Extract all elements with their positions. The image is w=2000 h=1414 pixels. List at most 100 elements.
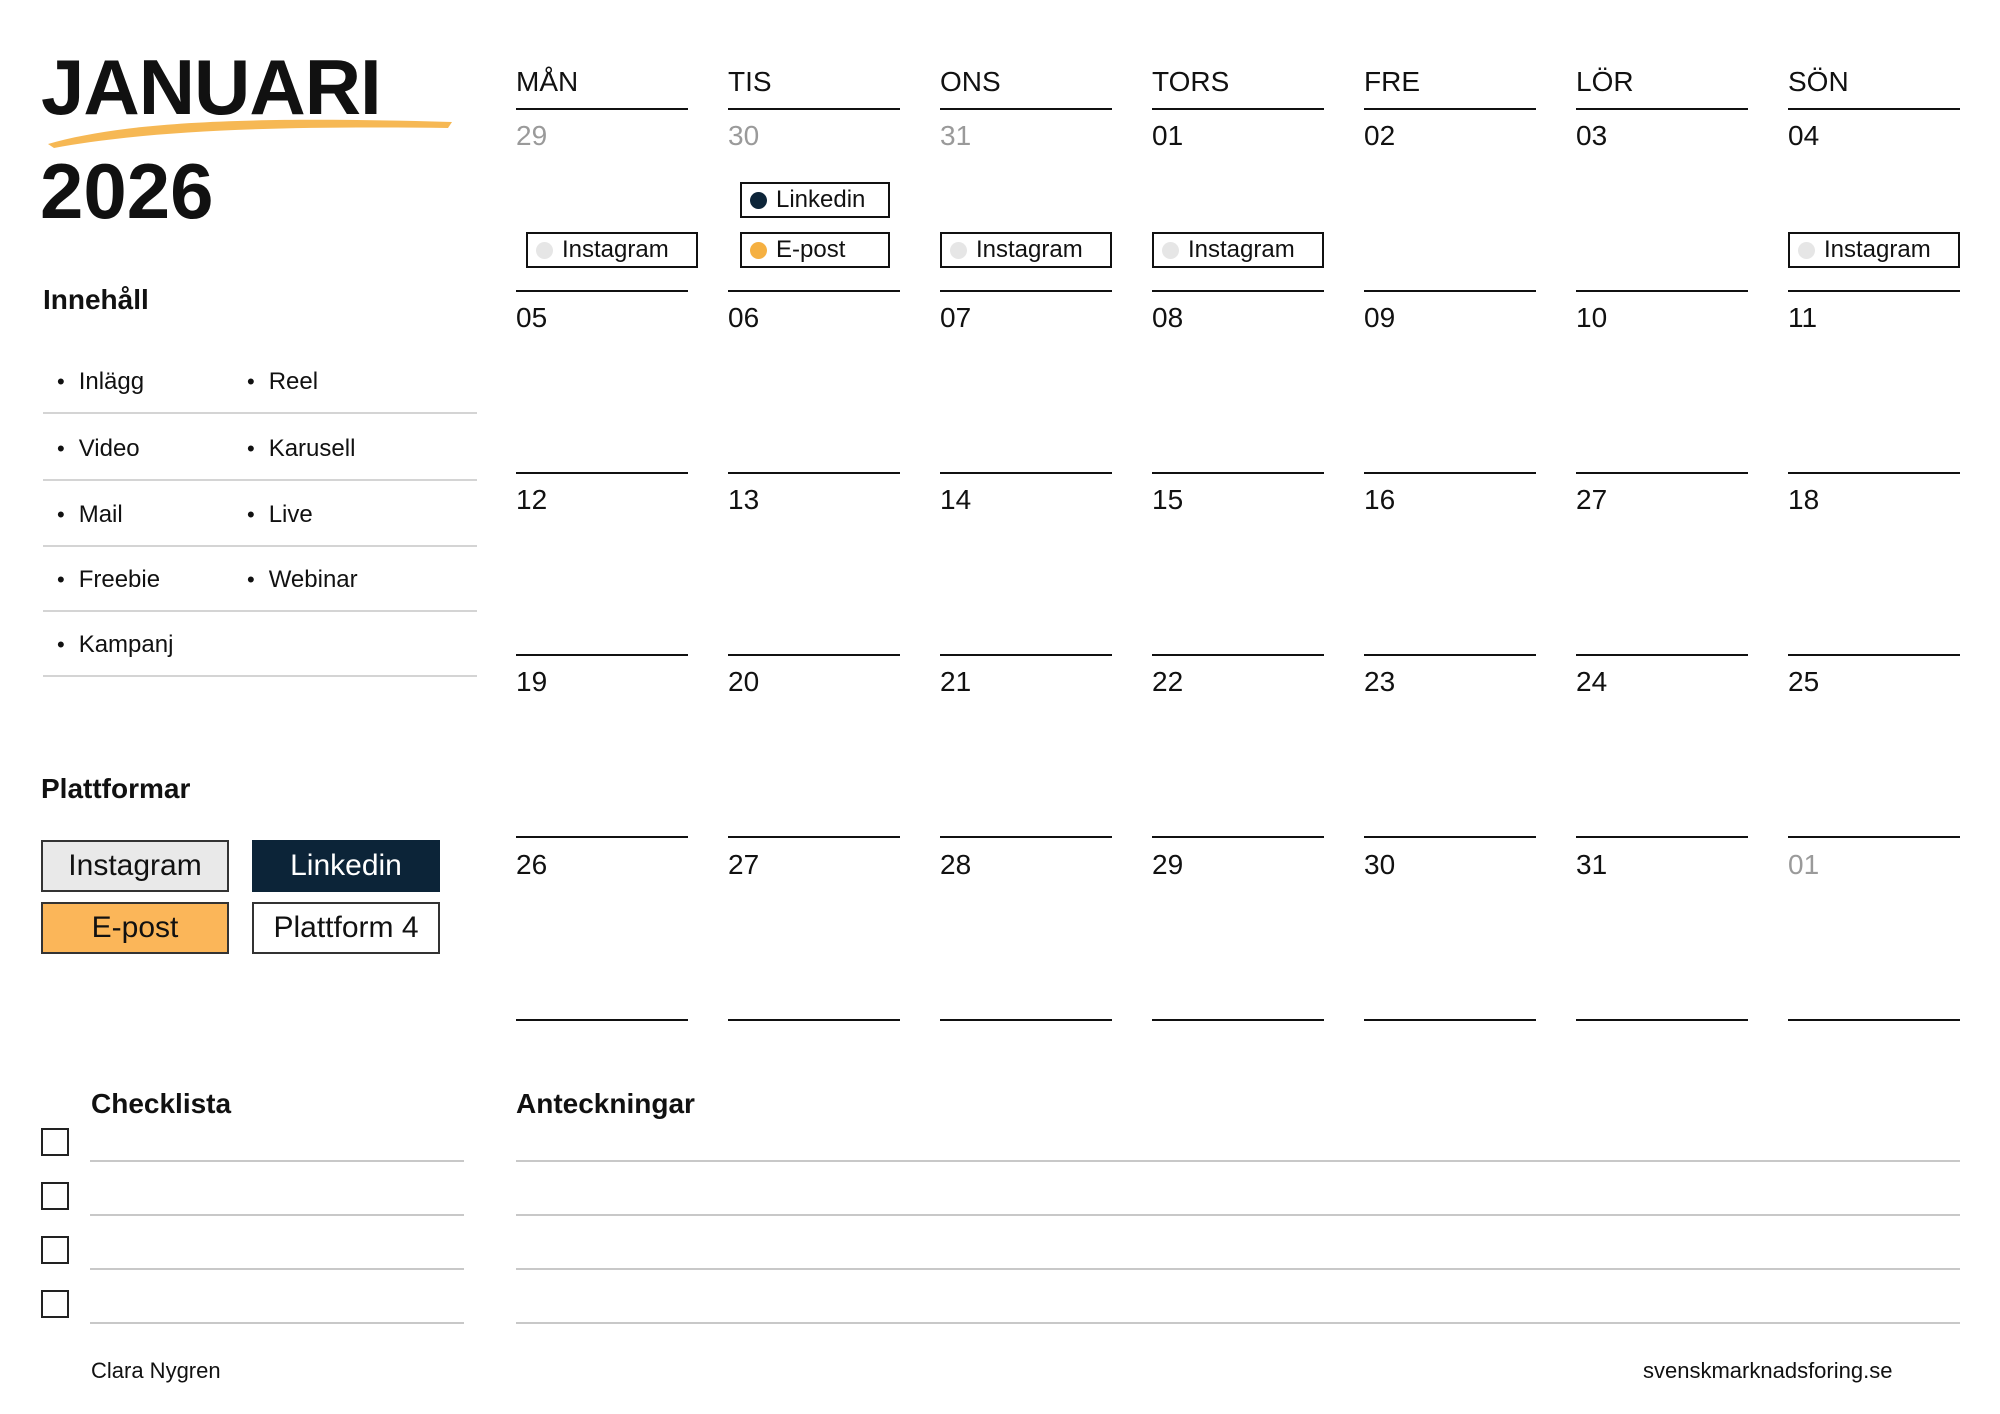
checklist-line[interactable] xyxy=(90,1322,464,1324)
day-number: 29 xyxy=(516,120,548,151)
checkbox[interactable] xyxy=(41,1128,69,1156)
platform-linkedin[interactable]: Linkedin xyxy=(252,840,440,892)
notes-heading: Anteckningar xyxy=(516,1088,695,1119)
calendar-day-cell[interactable]: 10 xyxy=(1576,292,1748,474)
weekday-header: TORS xyxy=(1152,60,1324,110)
calendar-day-cell[interactable]: 23 xyxy=(1364,656,1536,838)
footer-author: Clara Nygren xyxy=(91,1358,221,1383)
content-item: • Karusell xyxy=(247,435,355,463)
day-number: 14 xyxy=(940,484,972,515)
day-number: 24 xyxy=(1576,666,1608,697)
day-number: 25 xyxy=(1788,666,1820,697)
checklist-line[interactable] xyxy=(90,1160,464,1162)
weekday-header: LÖR xyxy=(1576,60,1748,110)
event-tag-e-post[interactable]: E-post xyxy=(740,232,890,268)
content-item-label: Mail xyxy=(78,501,123,528)
calendar-day-cell[interactable]: 24 xyxy=(1576,656,1748,838)
calendar-day-cell[interactable]: 25 xyxy=(1788,656,1960,838)
notes-line[interactable] xyxy=(516,1268,1960,1270)
content-item: • Mail xyxy=(57,501,123,529)
calendar-day-cell[interactable]: 08 xyxy=(1152,292,1324,474)
content-row: • Video • Karusell xyxy=(43,423,477,481)
content-row: • Mail • Live xyxy=(43,489,477,547)
brush-stroke-decoration xyxy=(48,119,452,148)
event-tag-label: Instagram xyxy=(562,236,669,263)
calendar-day-cell[interactable]: 31 Instagram xyxy=(940,110,1112,292)
bullet-icon: • xyxy=(57,632,65,657)
calendar-day-cell[interactable]: 30 xyxy=(1364,839,1536,1021)
day-number: 09 xyxy=(1364,302,1396,333)
event-tag-instagram[interactable]: Instagram xyxy=(526,232,698,268)
content-item-label: Webinar xyxy=(268,566,358,593)
calendar-day-cell[interactable]: 29 xyxy=(1152,839,1324,1021)
footer-website[interactable]: svenskmarknadsforing.se xyxy=(1643,1358,1892,1384)
day-number: 11 xyxy=(1788,302,1818,333)
color-dot-icon xyxy=(1798,242,1815,259)
notes-line[interactable] xyxy=(516,1214,1960,1216)
calendar-day-cell[interactable]: 21 xyxy=(940,656,1112,838)
event-tag-instagram[interactable]: Instagram xyxy=(940,232,1112,268)
checkbox[interactable] xyxy=(41,1290,69,1318)
calendar-day-cell[interactable]: 26 xyxy=(516,839,688,1021)
calendar-day-cell[interactable]: 01 xyxy=(1788,839,1960,1021)
calendar-day-cell[interactable]: 22 xyxy=(1152,656,1324,838)
calendar-day-cell[interactable]: 14 xyxy=(940,474,1112,656)
platform-plattform-4[interactable]: Plattform 4 xyxy=(252,902,440,954)
calendar-day-cell[interactable]: 05 xyxy=(516,292,688,474)
calendar-day-cell[interactable]: 20 xyxy=(728,656,900,838)
color-dot-icon xyxy=(950,242,967,259)
checklist-line[interactable] xyxy=(90,1214,464,1216)
content-item: • Freebie xyxy=(57,566,160,594)
calendar-day-cell[interactable]: 06 xyxy=(728,292,900,474)
day-number: 27 xyxy=(728,849,760,880)
day-number: 26 xyxy=(516,849,548,880)
calendar-day-cell[interactable]: 13 xyxy=(728,474,900,656)
event-tag-linkedin[interactable]: Linkedin xyxy=(740,182,890,218)
calendar-day-cell[interactable]: 12 xyxy=(516,474,688,656)
calendar-day-cell[interactable]: 11 xyxy=(1788,292,1960,474)
bullet-icon: • xyxy=(247,369,255,394)
calendar-day-cell[interactable]: 31 xyxy=(1576,839,1748,1021)
day-number: 30 xyxy=(1364,849,1396,880)
day-number: 18 xyxy=(1788,484,1820,515)
event-tag-instagram[interactable]: Instagram xyxy=(1788,232,1960,268)
day-number: 12 xyxy=(516,484,548,515)
day-number: 10 xyxy=(1576,302,1608,333)
calendar-day-cell[interactable]: 27 xyxy=(1576,474,1748,656)
platform-instagram[interactable]: Instagram xyxy=(41,840,229,892)
calendar-day-cell[interactable]: 03 xyxy=(1576,110,1748,292)
event-tag-label: Instagram xyxy=(976,236,1083,263)
calendar-day-cell[interactable]: 28 xyxy=(940,839,1112,1021)
checklist-line[interactable] xyxy=(90,1268,464,1270)
calendar-day-cell[interactable]: 29 Instagram xyxy=(516,110,698,292)
checkbox[interactable] xyxy=(41,1182,69,1210)
weekday-header: TIS xyxy=(728,60,900,110)
checkbox[interactable] xyxy=(41,1236,69,1264)
color-dot-icon xyxy=(1162,242,1179,259)
weekday-header: ONS xyxy=(940,60,1112,110)
platform-e-post[interactable]: E-post xyxy=(41,902,229,954)
notes-line[interactable] xyxy=(516,1160,1960,1162)
calendar-day-cell[interactable]: 07 xyxy=(940,292,1112,474)
bullet-icon: • xyxy=(57,502,65,527)
calendar-day-cell[interactable]: 02 xyxy=(1364,110,1536,292)
calendar-day-cell[interactable]: 15 xyxy=(1152,474,1324,656)
event-tag-label: Instagram xyxy=(1824,236,1931,263)
calendar-day-cell[interactable]: 16 xyxy=(1364,474,1536,656)
calendar-day-cell[interactable]: 27 xyxy=(728,839,900,1021)
calendar-day-cell[interactable]: 18 xyxy=(1788,474,1960,656)
notes-line[interactable] xyxy=(516,1322,1960,1324)
day-number: 04 xyxy=(1788,120,1820,151)
event-tag-instagram[interactable]: Instagram xyxy=(1152,232,1324,268)
day-number: 29 xyxy=(1152,849,1184,880)
calendar-day-cell[interactable]: 09 xyxy=(1364,292,1536,474)
day-number: 30 xyxy=(728,120,760,151)
platforms-heading: Plattformar xyxy=(41,773,191,804)
color-dot-icon xyxy=(750,192,767,209)
content-item: • Webinar xyxy=(247,566,358,594)
content-item-label: Freebie xyxy=(78,566,161,593)
calendar-day-cell[interactable]: 30 Linkedin E-post xyxy=(728,110,900,292)
calendar-day-cell[interactable]: 19 xyxy=(516,656,688,838)
calendar-day-cell[interactable]: 04 Instagram xyxy=(1788,110,1960,292)
calendar-day-cell[interactable]: 01 Instagram xyxy=(1152,110,1324,292)
